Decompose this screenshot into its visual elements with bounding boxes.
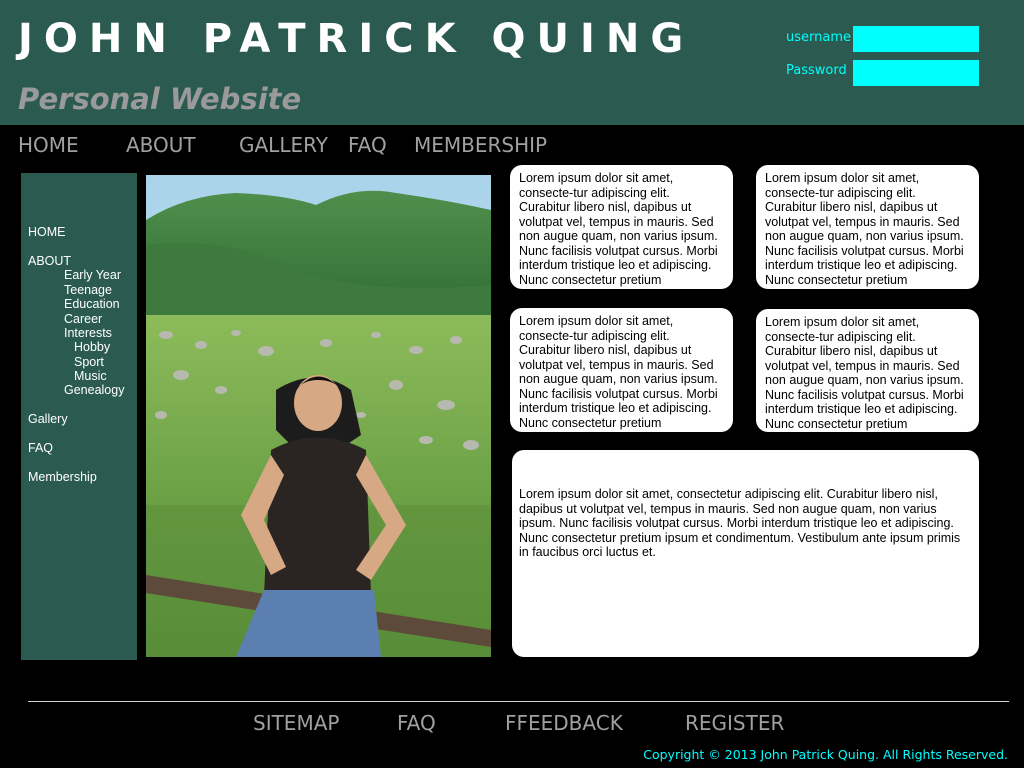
wide-content-box: Lorem ipsum dolor sit amet, consectetur … <box>512 450 979 657</box>
sidebar-item-sport[interactable]: Sport <box>74 355 104 369</box>
sidebar-item-membership[interactable]: Membership <box>28 470 97 484</box>
footer-link-feedback[interactable]: FFEEDBACK <box>505 711 623 735</box>
nav-faq[interactable]: FAQ <box>348 133 387 157</box>
sidebar-item-music[interactable]: Music <box>74 369 107 383</box>
password-input[interactable] <box>853 60 979 86</box>
footer-link-sitemap[interactable]: SITEMAP <box>253 711 339 735</box>
sidebar-item-early-year[interactable]: Early Year <box>64 268 121 282</box>
sidebar-item-gallery[interactable]: Gallery <box>28 412 68 426</box>
content-box: Lorem ipsum dolor sit amet, consecte-tur… <box>510 165 733 289</box>
nav-about[interactable]: ABOUT <box>126 133 196 157</box>
content-box: Lorem ipsum dolor sit amet, consecte-tur… <box>510 308 733 432</box>
sidebar-item-genealogy[interactable]: Genealogy <box>64 383 124 397</box>
sidebar-item-home[interactable]: HOME <box>28 225 66 239</box>
sidebar-item-faq[interactable]: FAQ <box>28 441 53 455</box>
site-subtitle: Personal Website <box>18 82 302 116</box>
site-header: JOHN PATRICK QUING Personal Website user… <box>0 0 1024 125</box>
footer-link-register[interactable]: REGISTER <box>685 711 784 735</box>
footer-divider <box>28 701 1009 702</box>
username-input[interactable] <box>853 26 979 52</box>
sidebar-item-hobby[interactable]: Hobby <box>74 340 110 354</box>
sidebar-item-about[interactable]: ABOUT <box>28 254 71 268</box>
profile-photo <box>146 175 491 657</box>
sidebar-item-education[interactable]: Education <box>64 297 120 311</box>
sidebar-item-teenage[interactable]: Teenage <box>64 283 112 297</box>
sidebar-item-interests[interactable]: Interests <box>64 326 112 340</box>
password-label: Password <box>786 63 847 78</box>
sidebar-item-career[interactable]: Career <box>64 312 102 326</box>
sidebar-menu: HOME ABOUT Early Year Teenage Education … <box>21 173 137 660</box>
nav-gallery[interactable]: GALLERY <box>239 133 328 157</box>
footer-link-faq[interactable]: FAQ <box>397 711 436 735</box>
username-label: username <box>786 30 851 45</box>
nav-membership[interactable]: MEMBERSHIP <box>414 133 547 157</box>
content-box: Lorem ipsum dolor sit amet, consecte-tur… <box>756 309 979 432</box>
copyright-text: Copyright © 2013 John Patrick Quing. All… <box>643 747 1008 762</box>
site-title: JOHN PATRICK QUING <box>18 16 695 62</box>
content-box: Lorem ipsum dolor sit amet, consecte-tur… <box>756 165 979 289</box>
nav-home[interactable]: HOME <box>18 133 79 157</box>
